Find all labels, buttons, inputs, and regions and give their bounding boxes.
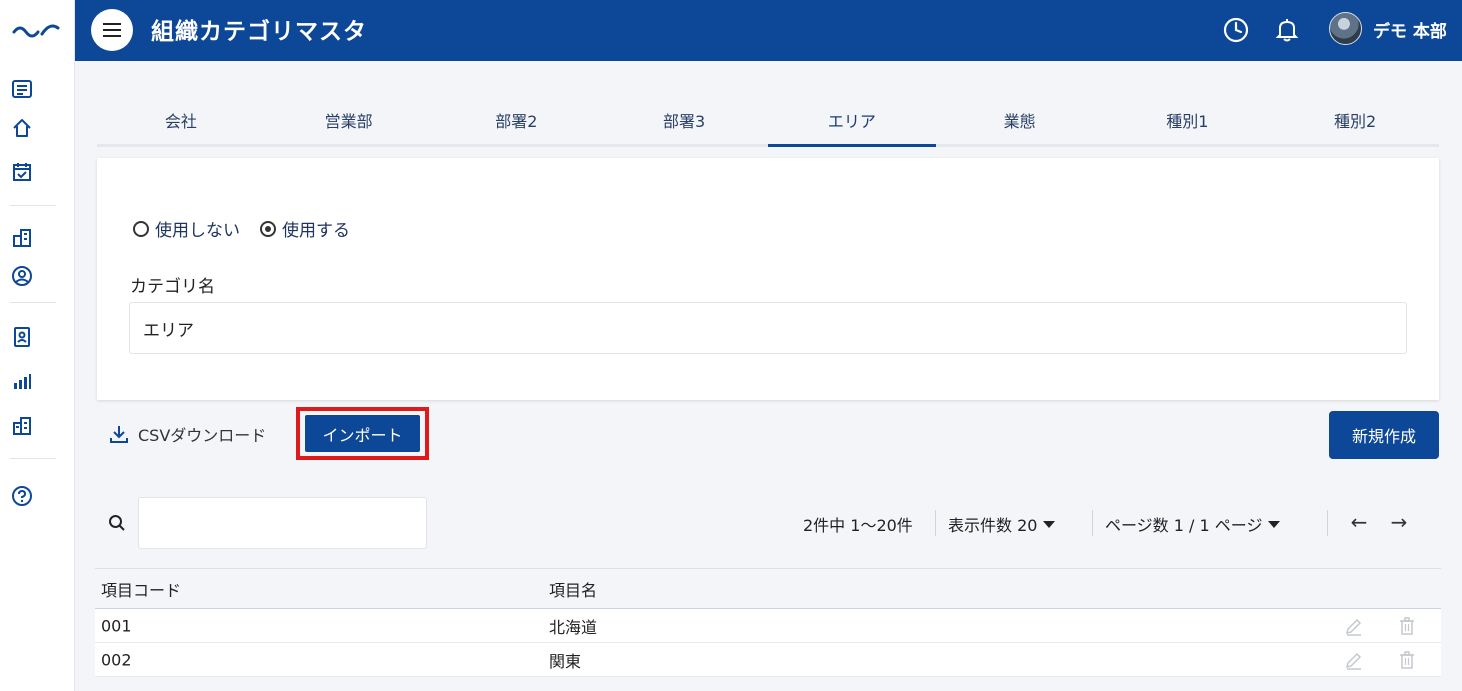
tab-sales-dept[interactable]: 営業部 bbox=[265, 96, 433, 144]
app-header: 組織カテゴリマスタ デモ 本部 bbox=[75, 0, 1462, 61]
radio-use[interactable] bbox=[260, 220, 276, 237]
prev-page-button[interactable]: ← bbox=[1347, 510, 1371, 534]
calendar-check-icon[interactable] bbox=[10, 160, 34, 184]
radio-not-use-label[interactable]: 使用しない bbox=[155, 216, 240, 241]
per-page-select[interactable]: 表示件数 20 bbox=[948, 512, 1056, 536]
page-label: ページ数 1 / 1 ページ bbox=[1105, 516, 1263, 535]
edit-icon[interactable] bbox=[1344, 616, 1364, 636]
page-title: 組織カテゴリマスタ bbox=[151, 19, 367, 45]
office-icon[interactable] bbox=[10, 414, 34, 438]
user-circle-icon[interactable] bbox=[10, 264, 34, 288]
tab-business-type[interactable]: 業態 bbox=[936, 96, 1104, 144]
radio-use-label[interactable]: 使用する bbox=[282, 216, 350, 241]
row-code: 001 bbox=[101, 616, 132, 635]
sidebar-divider bbox=[10, 205, 56, 206]
pager-divider bbox=[935, 510, 936, 536]
column-header-name[interactable]: 項目名 bbox=[549, 577, 597, 601]
sidebar bbox=[0, 0, 75, 691]
row-code: 002 bbox=[101, 650, 132, 669]
help-icon[interactable] bbox=[10, 484, 34, 508]
new-create-button[interactable]: 新規作成 bbox=[1329, 411, 1439, 459]
tab-dept2[interactable]: 部署2 bbox=[433, 96, 601, 144]
import-button[interactable]: インポート bbox=[305, 415, 420, 452]
id-badge-icon[interactable] bbox=[10, 325, 34, 349]
tab-type2[interactable]: 種別2 bbox=[1271, 96, 1439, 144]
tab-type1[interactable]: 種別1 bbox=[1104, 96, 1272, 144]
radio-not-use[interactable] bbox=[133, 220, 149, 237]
csv-download-label: CSVダウンロード bbox=[138, 426, 267, 445]
clock-icon[interactable] bbox=[1222, 16, 1250, 44]
column-header-code[interactable]: 項目コード bbox=[101, 577, 181, 601]
table-header: 項目コード 項目名 bbox=[95, 568, 1441, 609]
caret-down-icon bbox=[1043, 520, 1056, 528]
tab-area[interactable]: エリア bbox=[768, 96, 936, 147]
logo-icon bbox=[12, 24, 60, 38]
category-name-input[interactable] bbox=[129, 302, 1407, 354]
caret-down-icon bbox=[1268, 520, 1281, 528]
pager-divider bbox=[1327, 510, 1328, 536]
tab-company[interactable]: 会社 bbox=[97, 96, 265, 144]
menu-button[interactable] bbox=[91, 9, 133, 51]
next-page-button[interactable]: → bbox=[1387, 510, 1411, 534]
edit-icon[interactable] bbox=[1344, 650, 1364, 670]
bar-chart-icon[interactable] bbox=[10, 370, 34, 394]
bell-icon[interactable] bbox=[1273, 16, 1301, 44]
building-icon[interactable] bbox=[10, 226, 34, 250]
tab-dept3[interactable]: 部署3 bbox=[600, 96, 768, 144]
trash-icon[interactable] bbox=[1397, 650, 1417, 670]
per-page-label: 表示件数 20 bbox=[948, 516, 1038, 535]
usage-radio-group: 使用しない 使用する bbox=[133, 216, 370, 241]
page-select[interactable]: ページ数 1 / 1 ページ bbox=[1105, 512, 1281, 536]
home-icon[interactable] bbox=[10, 116, 34, 140]
csv-download-button[interactable]: CSVダウンロード bbox=[108, 422, 266, 446]
row-name: 関東 bbox=[549, 651, 582, 671]
import-highlight: インポート bbox=[296, 407, 429, 460]
search-input[interactable] bbox=[138, 497, 427, 549]
hamburger-icon bbox=[103, 23, 121, 37]
category-tabs: 会社 営業部 部署2 部署3 エリア 業態 種別1 種別2 bbox=[97, 96, 1439, 147]
user-name[interactable]: デモ 本部 bbox=[1373, 17, 1447, 42]
search-icon bbox=[109, 515, 125, 531]
list-icon[interactable] bbox=[10, 77, 34, 101]
download-icon bbox=[110, 426, 128, 443]
table-row[interactable]: 002 関東 bbox=[95, 643, 1441, 677]
result-summary: 2件中 1〜20件 bbox=[803, 516, 913, 535]
pager-divider bbox=[1092, 510, 1093, 536]
category-name-label: カテゴリ名 bbox=[130, 277, 215, 297]
avatar[interactable] bbox=[1329, 12, 1362, 45]
category-form-card: 使用しない 使用する カテゴリ名 bbox=[97, 158, 1439, 400]
sidebar-divider bbox=[10, 458, 56, 459]
trash-icon[interactable] bbox=[1397, 616, 1417, 636]
sidebar-divider bbox=[10, 302, 56, 303]
items-table: 項目コード 項目名 001 北海道 002 関東 bbox=[95, 568, 1441, 677]
table-row[interactable]: 001 北海道 bbox=[95, 609, 1441, 643]
row-name: 北海道 bbox=[549, 617, 598, 637]
